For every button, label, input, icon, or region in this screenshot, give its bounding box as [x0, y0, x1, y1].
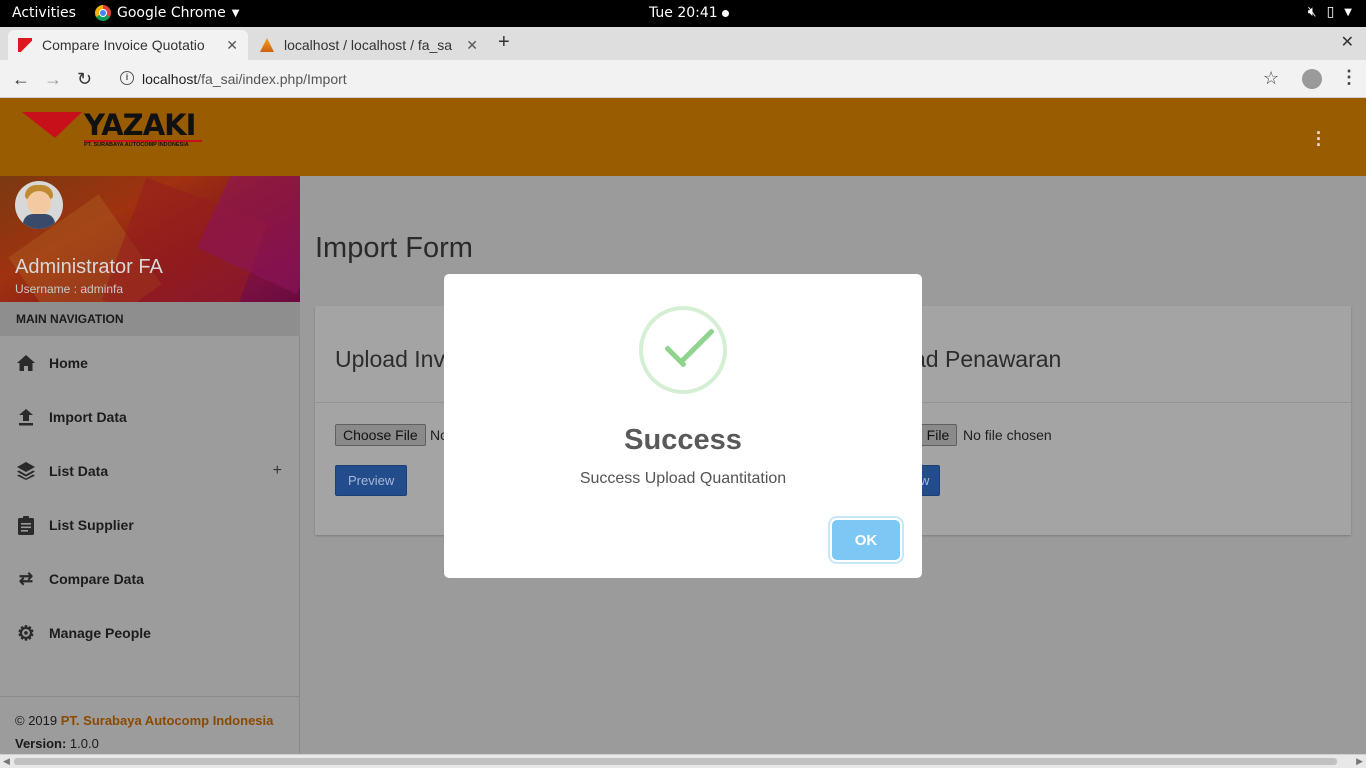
sidebar-item-label: List Supplier — [49, 517, 134, 533]
volume-muted-icon: 🔇︎ — [1307, 4, 1317, 20]
horizontal-scrollbar[interactable]: ◀ ▶ — [0, 754, 1366, 768]
choose-file-invoice-button[interactable]: Choose File — [335, 424, 426, 446]
home-icon — [16, 353, 36, 373]
avatar-face — [27, 191, 51, 215]
ok-button[interactable]: OK — [832, 520, 900, 560]
tab-compare-invoice[interactable]: Compare Invoice Quotatio ✕ — [8, 30, 248, 60]
window-close-icon[interactable]: ✕ — [1341, 32, 1354, 52]
tab-title: Compare Invoice Quotatio — [42, 37, 205, 53]
profile-avatar-icon[interactable] — [1302, 69, 1322, 89]
sidebar-item-manage-people[interactable]: ⚙ Manage People — [0, 606, 300, 660]
scroll-right-icon[interactable]: ▶ — [1356, 756, 1363, 767]
sidebar-footer: © 2019 PT. Surabaya Autocomp Indonesia V… — [0, 696, 300, 754]
browser-menu-icon[interactable]: ⋮ — [1340, 67, 1358, 88]
new-tab-icon[interactable]: + — [498, 31, 510, 54]
scrollbar-thumb[interactable] — [14, 758, 1337, 765]
close-icon[interactable]: ✕ — [226, 37, 238, 54]
forward-arrow-icon[interactable]: → — [44, 69, 62, 90]
check-stroke — [678, 328, 715, 365]
caret-down-icon: ▼ — [1344, 7, 1352, 18]
app-name: Google Chrome — [117, 5, 226, 21]
logo-chevron — [22, 112, 82, 138]
app-menu[interactable]: Google Chrome ▼ — [95, 5, 239, 21]
gear-icon: ⚙ — [17, 622, 35, 645]
address-bar[interactable]: localhost/fa_sai/index.php/Import — [142, 71, 347, 87]
swap-arrows-icon: ⇄ — [18, 569, 34, 588]
url-path: /fa_sai/index.php/Import — [197, 71, 347, 87]
yazaki-favicon-icon — [18, 38, 32, 52]
bookmark-star-icon[interactable]: ☆ — [1263, 68, 1279, 89]
clock[interactable]: Tue 20:41 — [649, 5, 729, 21]
dialog-message: Success Upload Quantitation — [579, 470, 787, 487]
chrome-icon — [95, 5, 111, 21]
phpmyadmin-favicon-icon — [260, 38, 274, 52]
tab-strip: Compare Invoice Quotatio ✕ localhost / l… — [0, 27, 1366, 60]
upload-icon — [16, 407, 36, 427]
sidebar-item-label: List Data — [49, 463, 109, 479]
browser-toolbar: ← → ↻ i localhost/fa_sai/index.php/Impor… — [0, 60, 1366, 98]
user-name: Administrator FA — [15, 256, 163, 278]
version-line: Version: 1.0.0 — [15, 736, 285, 751]
sidebar-item-label: Compare Data — [49, 571, 144, 587]
caret-down-icon: ▼ — [231, 7, 240, 19]
file-status-penawaran: No file chosen — [963, 427, 1052, 443]
sidebar: Administrator FA Username : adminfa MAIN… — [0, 176, 300, 754]
logo-brand: YAZAKI — [84, 108, 196, 142]
version-value: 1.0.0 — [69, 736, 99, 751]
clock-text: Tue 20:41 — [649, 5, 718, 21]
reload-icon[interactable]: ↻ — [77, 69, 92, 90]
sidebar-item-label: Home — [49, 355, 88, 371]
close-icon[interactable]: ✕ — [466, 37, 478, 54]
sidebar-item-compare-data[interactable]: ⇄ Compare Data — [0, 552, 300, 606]
preview-invoice-button[interactable]: Preview — [335, 465, 408, 496]
yazaki-logo[interactable]: YAZAKI PT. SURABAYA AUTOCOMP INDONESIA — [22, 108, 207, 150]
avatar — [15, 181, 63, 229]
back-arrow-icon[interactable]: ← — [12, 69, 30, 90]
app-header: YAZAKI PT. SURABAYA AUTOCOMP INDONESIA ·… — [0, 98, 1366, 176]
upload-penawaran-title: ad Penawaran — [913, 346, 1062, 372]
sidebar-item-import-data[interactable]: Import Data — [0, 390, 300, 444]
url-host: localhost — [142, 71, 198, 87]
success-check-icon — [639, 306, 727, 394]
tab-title: localhost / localhost / fa_sa — [284, 37, 453, 53]
sidebar-item-list-supplier[interactable]: List Supplier — [0, 498, 300, 552]
company-link[interactable]: PT. Surabaya Autocomp Indonesia — [61, 713, 274, 728]
page-title: Import Form — [315, 232, 473, 264]
system-tray[interactable]: 🔇︎ ▯ ▼ — [1308, 4, 1352, 20]
upload-invoice-title: Upload Inv — [335, 346, 445, 372]
user-username: Username : adminfa — [15, 282, 124, 296]
nav-section-header: MAIN NAVIGATION — [0, 302, 300, 336]
sidebar-item-list-data[interactable]: List Data + — [0, 444, 300, 498]
clipboard-icon — [16, 515, 36, 535]
layers-icon — [16, 461, 36, 481]
sidebar-item-label: Manage People — [49, 625, 151, 641]
copyright-text: © 2019 — [15, 713, 58, 728]
version-label: Version: — [15, 736, 67, 751]
info-icon[interactable]: i — [120, 71, 134, 85]
avatar-suit — [23, 214, 55, 229]
sidebar-item-label: Import Data — [49, 409, 127, 425]
sidebar-item-home[interactable]: Home — [0, 336, 300, 390]
kebab-menu-icon[interactable]: · · · — [1316, 124, 1322, 154]
user-panel: Administrator FA Username : adminfa — [0, 176, 300, 302]
notification-dot-icon — [721, 9, 729, 17]
system-top-bar: Activities Google Chrome ▼ Tue 20:41 🔇︎ … — [0, 0, 1366, 27]
copyright-line: © 2019 PT. Surabaya Autocomp Indonesia — [15, 713, 285, 728]
scroll-left-icon[interactable]: ◀ — [3, 756, 10, 767]
expand-plus-icon[interactable]: + — [273, 462, 282, 480]
dialog-title: Success — [624, 424, 742, 456]
activities-button[interactable]: Activities — [12, 5, 76, 21]
logo-subtitle: PT. SURABAYA AUTOCOMP INDONESIA — [84, 142, 189, 148]
tab-phpmyadmin[interactable]: localhost / localhost / fa_sa ✕ — [250, 30, 488, 60]
battery-icon: ▯ — [1326, 4, 1335, 20]
success-dialog: Success Success Upload Quantitation OK — [444, 274, 922, 578]
